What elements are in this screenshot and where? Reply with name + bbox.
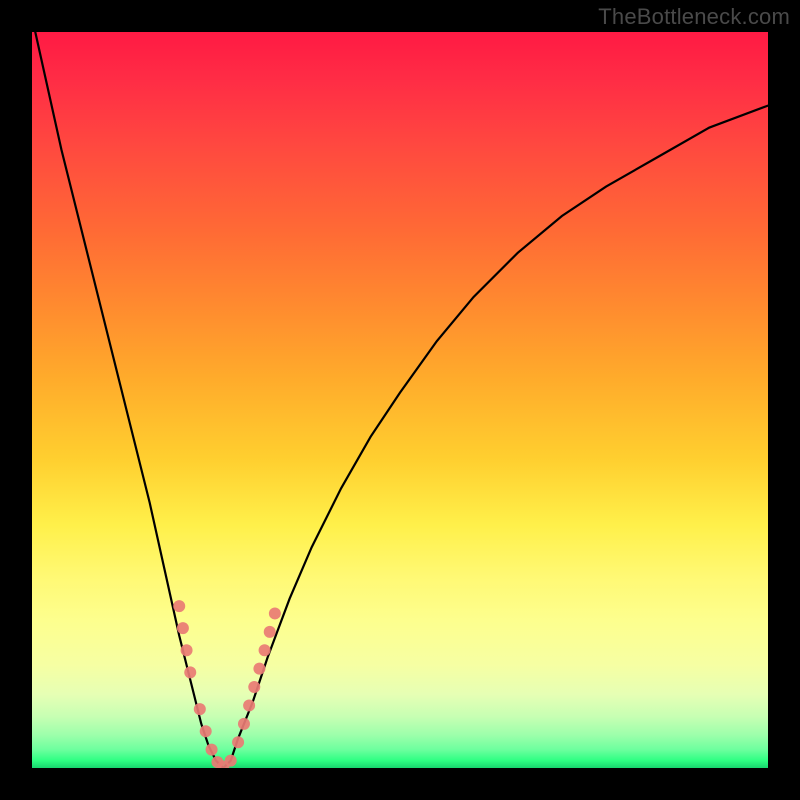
curve-marker: [173, 600, 185, 612]
curve-marker: [225, 755, 237, 767]
curve-marker: [259, 644, 271, 656]
curve-marker: [206, 744, 218, 756]
curve-marker: [243, 699, 255, 711]
curve-markers: [173, 600, 281, 768]
curve-marker: [232, 736, 244, 748]
curve-marker: [200, 725, 212, 737]
curve-marker: [269, 607, 281, 619]
bottleneck-curve: [32, 32, 768, 768]
chart-frame: TheBottleneck.com: [0, 0, 800, 800]
curve-layer: [32, 32, 768, 768]
curve-marker: [238, 718, 250, 730]
curve-marker: [253, 663, 265, 675]
plot-area: [32, 32, 768, 768]
curve-marker: [177, 622, 189, 634]
curve-marker: [184, 666, 196, 678]
curve-marker: [194, 703, 206, 715]
curve-marker: [181, 644, 193, 656]
watermark-text: TheBottleneck.com: [598, 4, 790, 30]
curve-marker: [248, 681, 260, 693]
curve-marker: [264, 626, 276, 638]
